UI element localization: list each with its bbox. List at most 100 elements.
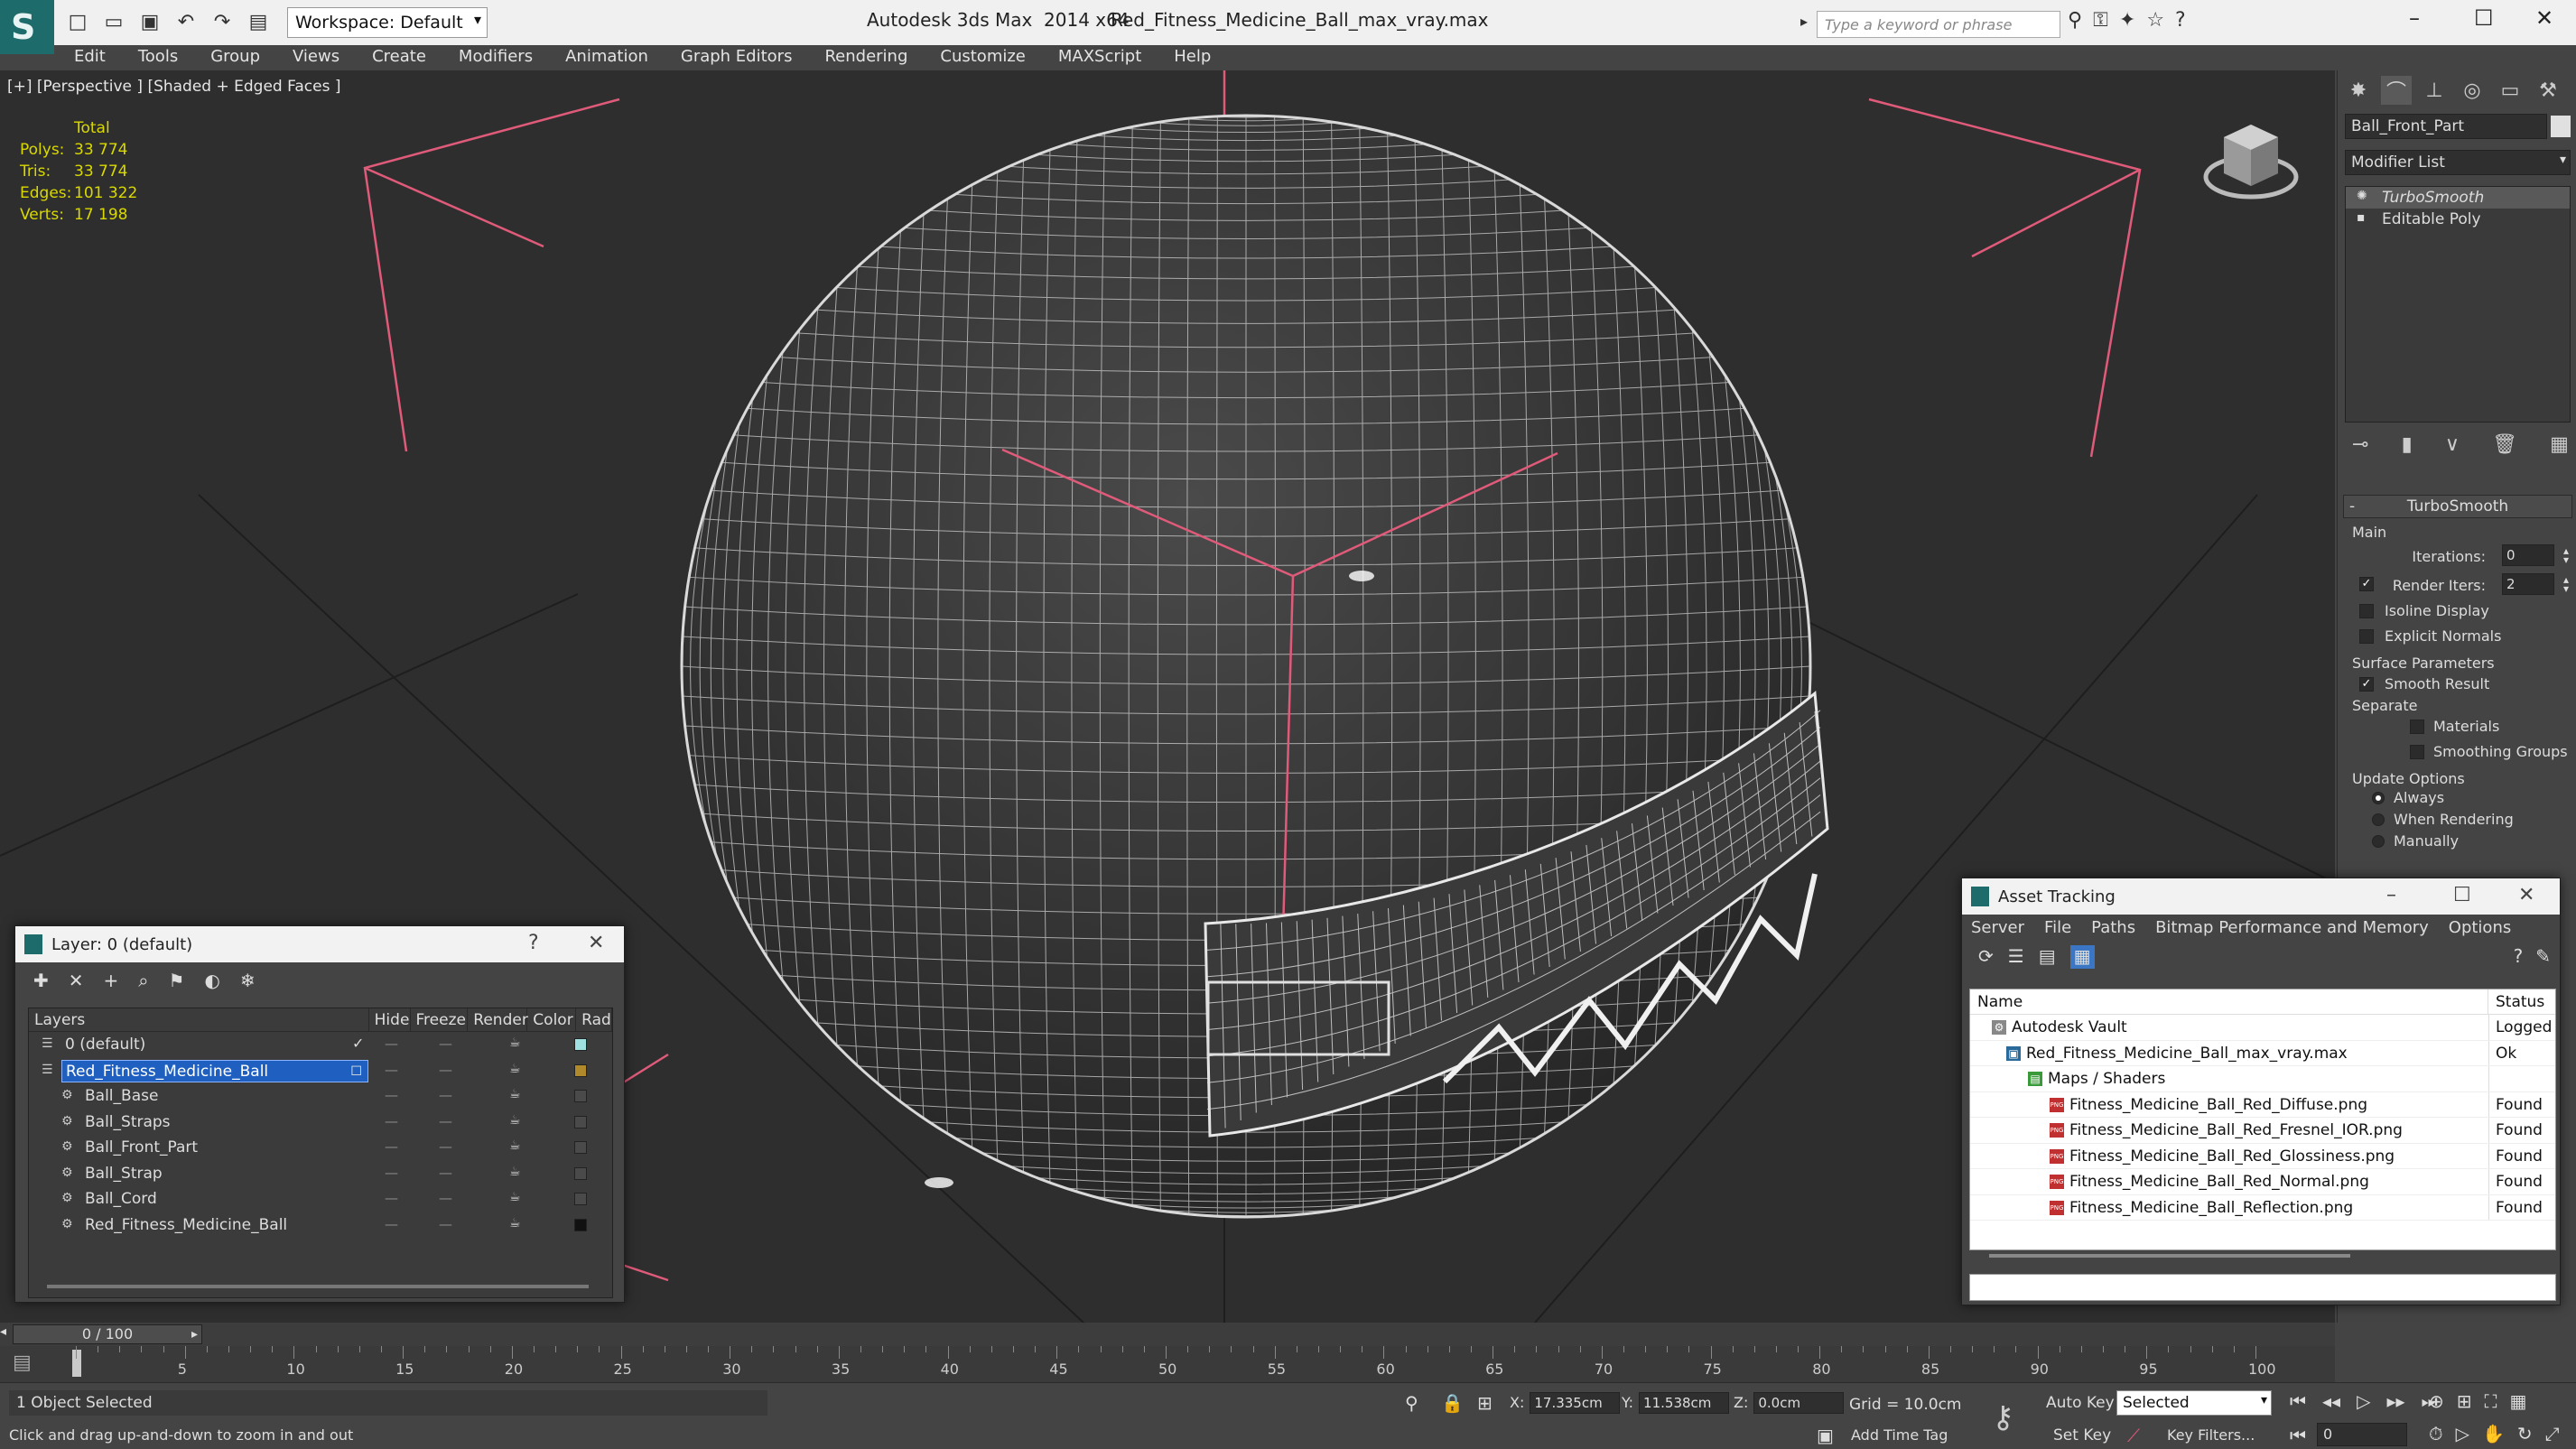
layer-row[interactable]: ⚙ Ball_Front_Part — — ☕ [29,1135,612,1161]
layer-name[interactable]: Ball_Cord [81,1188,161,1211]
layer-name[interactable]: Ball_Front_Part [81,1137,201,1159]
freeze-toggle[interactable]: — [439,1036,452,1052]
asset-row[interactable]: ▣ Red_Fitness_Medicine_Ball_max_vray.max O… [1970,1040,2555,1066]
object-color-swatch[interactable] [2551,116,2571,137]
hide-toggle[interactable]: — [385,1087,398,1103]
viewport-label[interactable]: [+] [Perspective ] [Shaded + Edged Faces… [7,78,340,96]
refresh-icon[interactable]: ⟳ [1978,945,1994,969]
layer-color-swatch[interactable] [574,1218,587,1231]
asset-menu-server[interactable]: Server [1971,918,2024,938]
modify-tab-icon[interactable]: ⌒ [2381,76,2412,105]
next-frame-arrow-icon[interactable]: ▸ [191,1325,198,1343]
utilities-tab-icon[interactable]: ⚒ [2533,76,2563,105]
freeze-toggle[interactable]: — [439,1113,452,1129]
col-freeze[interactable]: Freeze [411,1008,469,1031]
hierarchy-tab-icon[interactable]: ⊥ [2419,76,2450,105]
col-rad[interactable]: Rad [576,1008,612,1031]
help-icon[interactable]: ? [2514,945,2524,967]
selection-set-dropdown[interactable]: Selected ▾ [2116,1390,2272,1416]
go-to-start-icon[interactable]: ⏮ [2290,1390,2306,1412]
asset-path-field[interactable] [1969,1274,2556,1301]
layer-name[interactable]: Red_Fitness_Medicine_Ball [61,1059,368,1082]
asset-menu-paths[interactable]: Paths [2091,918,2135,938]
favorites-icon[interactable]: ☆ [2146,9,2164,32]
pin-stack-icon[interactable]: ⊸ [2352,433,2368,456]
layer-color-swatch[interactable] [574,1141,587,1154]
layer-row[interactable]: ⚙ Red_Fitness_Medicine_Ball — — ☕ [29,1212,612,1239]
key-filters-button[interactable]: Key Filters... [2167,1426,2255,1444]
current-layer-check-icon[interactable]: ✓ [352,1035,364,1052]
set-key-button[interactable]: Set Key [2053,1426,2111,1444]
close-icon[interactable]: ✕ [2535,5,2553,31]
display-tab-icon[interactable]: ▭ [2495,76,2525,105]
render-teapot-icon[interactable]: ☕ [509,1062,521,1076]
time-slider[interactable]: ◂ 0 / 100 ▸ [0,1323,2335,1346]
menu-rendering[interactable]: Rendering [808,45,924,69]
rollout-header[interactable]: - TurboSmooth [2343,495,2572,518]
asset-row[interactable]: ⚙ Autodesk Vault Logged [1970,1015,2555,1041]
undo-icon[interactable]: ↶ [172,7,200,36]
isoline-display-option[interactable]: Isoline Display [2343,599,2572,624]
render-teapot-icon[interactable]: ☕ [509,1087,521,1101]
menu-edit[interactable]: Edit [54,45,122,69]
show-end-result-icon[interactable]: ▮ [2402,433,2413,456]
add-selected-icon[interactable]: + [104,970,119,991]
maximize-icon[interactable]: ☐ [2474,5,2494,31]
time-slider-thumb[interactable]: 0 / 100 ▸ [13,1324,202,1344]
hide-toggle[interactable]: — [385,1216,398,1232]
remove-modifier-icon[interactable]: 🗑 [2492,433,2517,456]
when-rendering-radio[interactable] [2372,813,2385,826]
layer-color-swatch[interactable] [574,1115,587,1129]
lightbulb-icon[interactable]: ✺ [2357,189,2367,203]
layer-row[interactable]: ☰ Red_Fitness_Medicine_Ball ◻ — — ☕ [29,1058,612,1084]
z-field[interactable]: 0.0cm [1753,1392,1845,1414]
curve-editor-icon[interactable]: ▤ [13,1351,32,1374]
layer-window-titlebar[interactable]: Layer: 0 (default) ? ✕ [15,926,624,962]
asset-row[interactable]: PNG Fitness_Medicine_Ball_Red_Normal.png F… [1970,1169,2555,1195]
search-expand-icon[interactable]: ▸ [1800,13,1808,30]
previous-frame-icon[interactable]: ◂◂ [2322,1390,2340,1412]
col-name[interactable]: Name [1970,989,2488,1014]
col-layers[interactable]: Layers [29,1008,369,1031]
go-to-start-icon[interactable]: ⏮ [2290,1425,2306,1446]
spinner-arrows-icon[interactable]: ▴ ▾ [2563,574,2569,594]
save-icon[interactable]: ▣ [135,7,164,36]
object-name-field[interactable]: Ball_Front_Part [2345,114,2547,139]
asset-row[interactable]: ▤ Maps / Shaders [1970,1066,2555,1092]
redo-icon[interactable]: ↷ [208,7,237,36]
zoom-extents-icon[interactable]: ⛶ [2485,1390,2497,1412]
layer-name[interactable]: Ball_Straps [81,1111,174,1134]
time-tag-icon[interactable]: ▣ [1817,1425,1834,1446]
app-logo-icon[interactable]: S [0,0,54,54]
render-teapot-icon[interactable]: ☕ [509,1216,521,1231]
col-color[interactable]: Color [527,1008,577,1031]
menu-animation[interactable]: Animation [549,45,665,69]
zoom-all-icon[interactable]: ⊞ [2457,1390,2472,1412]
always-radio[interactable] [2372,792,2385,804]
render-teapot-icon[interactable]: ☕ [509,1036,521,1050]
smoothing-groups-option[interactable]: Smoothing Groups [2343,739,2572,765]
menu-graph-editors[interactable]: Graph Editors [665,45,809,69]
menu-modifiers[interactable]: Modifiers [442,45,549,69]
minimize-icon[interactable]: – [2409,5,2420,31]
asset-row[interactable]: PNG Fitness_Medicine_Ball_Red_Fresnel_IOR… [1970,1118,2555,1144]
detail-view-icon[interactable]: ▤ [2039,945,2056,969]
current-frame-field[interactable]: 0 [2317,1423,2407,1446]
set-current-layer-icon[interactable]: ◻ [350,1061,362,1078]
x-field[interactable]: 17.335cm [1530,1392,1621,1414]
freeze-toggle[interactable]: — [439,1062,452,1078]
create-tab-icon[interactable]: ✸ [2343,76,2374,105]
track-bar[interactable]: ▤ 5 10 15 20 25 30 35 40 45 50 55 60 65 70 75 80 85 90 95 1… [0,1346,2335,1382]
smoothing-groups-checkbox[interactable] [2410,745,2424,759]
layer-color-swatch[interactable] [574,1090,587,1102]
hide-all-layers-icon[interactable]: ◐ [204,970,219,991]
asset-menu-file[interactable]: File [2044,918,2071,938]
auto-key-button[interactable]: Auto Key [2046,1394,2115,1412]
explicit-normals-checkbox[interactable] [2359,629,2374,644]
layer-name[interactable]: Red_Fitness_Medicine_Ball [81,1214,291,1237]
render-teapot-icon[interactable]: ☕ [509,1113,521,1128]
freeze-toggle[interactable]: — [439,1087,452,1103]
explicit-normals-option[interactable]: Explicit Normals [2343,624,2572,649]
update-when-rendering-option[interactable]: When Rendering [2343,809,2572,831]
layer-color-swatch[interactable] [574,1193,587,1205]
